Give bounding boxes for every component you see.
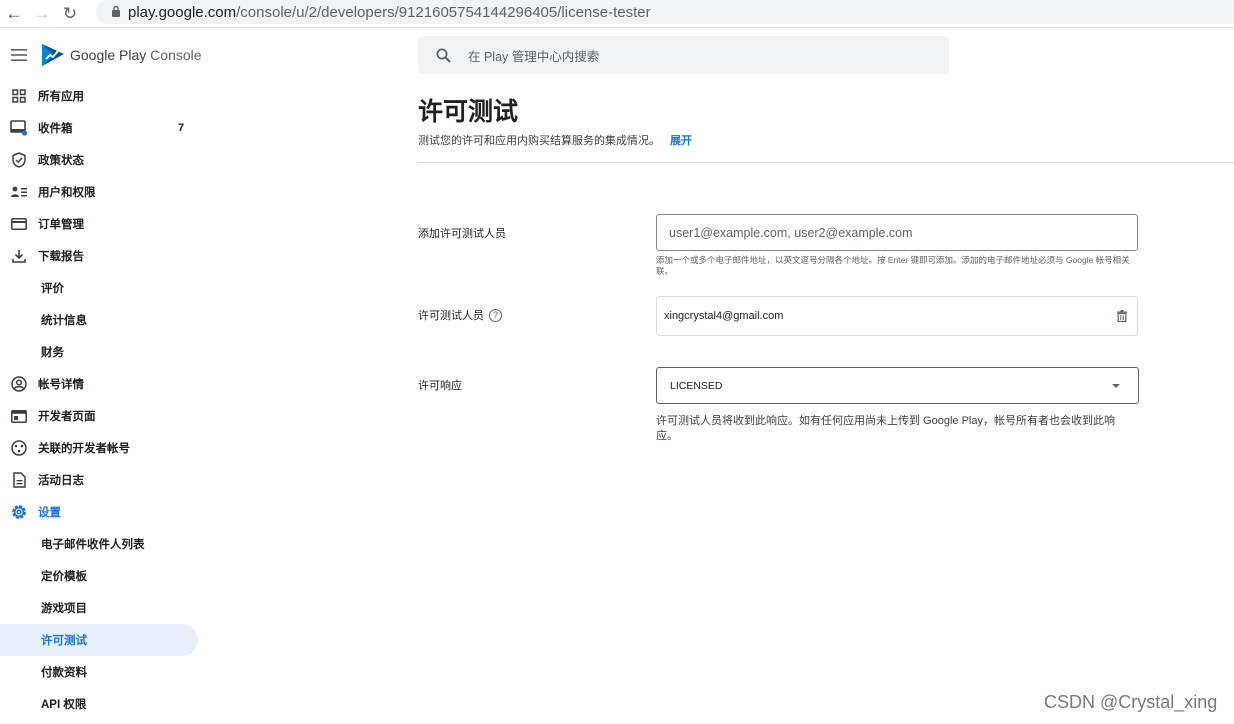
shield-icon — [0, 144, 38, 176]
license-response-select[interactable]: LICENSED — [656, 367, 1139, 404]
menu-icon[interactable] — [0, 40, 38, 70]
add-testers-field[interactable] — [656, 214, 1138, 251]
sidebar-item-label: API 权限 — [41, 699, 87, 711]
sidebar-item-label: 游戏项目 — [41, 603, 87, 615]
document-icon — [0, 464, 38, 496]
testers-label: 许可测试人员 ? — [418, 307, 502, 323]
inbox-count-badge: 7 — [178, 122, 185, 134]
sidebar-item-label: 电子邮件收件人列表 — [41, 539, 145, 551]
sidebar-item-label: 统计信息 — [41, 315, 87, 327]
reload-icon[interactable]: ↻ — [56, 2, 84, 26]
header-divider — [418, 162, 1234, 163]
browser-toolbar: ← → ↻ play.google.com/console/u/2/develo… — [0, 0, 1234, 28]
sidebar-item-label: 收件箱 — [38, 123, 73, 135]
sidebar: Google Play Console 所有应用 收件箱 7 政策状态 用户和权… — [0, 28, 210, 724]
sidebar-item-label: 帐号详情 — [38, 379, 84, 391]
dropdown-caret-icon — [1112, 384, 1120, 388]
inbox-icon — [0, 112, 38, 144]
forward-arrow-icon[interactable]: → — [28, 2, 56, 26]
brand-name: Google Play Console — [70, 47, 202, 63]
sidebar-item-activity-log[interactable]: 活动日志 — [0, 464, 198, 496]
sidebar-item-account-details[interactable]: 帐号详情 — [0, 368, 198, 400]
credit-card-icon — [0, 208, 38, 240]
web-page-icon — [0, 400, 38, 432]
page-description-text: 测试您的许可和应用内购买结算服务的集成情况。 — [418, 135, 660, 147]
delete-trash-icon[interactable] — [1117, 309, 1127, 327]
linked-accounts-icon — [0, 432, 38, 464]
sidebar-item-reviews[interactable]: 评价 — [0, 272, 198, 304]
sidebar-item-label: 用户和权限 — [38, 187, 96, 199]
sidebar-item-download-reports[interactable]: 下载报告 — [0, 240, 198, 272]
response-label: 许可响应 — [418, 380, 462, 392]
sidebar-item-email-lists[interactable]: 电子邮件收件人列表 — [0, 528, 198, 560]
sidebar-item-label: 政策状态 — [38, 155, 84, 167]
sidebar-item-order-management[interactable]: 订单管理 — [0, 208, 198, 240]
sidebar-item-label: 订单管理 — [38, 219, 84, 231]
sidebar-nav: 所有应用 收件箱 7 政策状态 用户和权限 订单管理 下载报告 评价 统计信息 … — [0, 80, 210, 720]
tester-email: xingcrystal4@gmail.com — [664, 310, 784, 322]
testers-label-text: 许可测试人员 — [418, 310, 484, 322]
lock-icon — [104, 5, 128, 20]
response-note: 许可测试人员将收到此响应。如有任何应用尚未上传到 Google Play，帐号所… — [656, 415, 1115, 442]
add-testers-label: 添加许可测试人员 — [418, 228, 506, 240]
sidebar-item-api-access[interactable]: API 权限 — [0, 688, 198, 720]
sidebar-item-label: 付款资料 — [41, 667, 87, 679]
sidebar-item-all-apps[interactable]: 所有应用 — [0, 80, 198, 112]
page-title: 许可测试 — [418, 98, 519, 126]
sidebar-item-payments-profile[interactable]: 付款资料 — [0, 656, 198, 688]
sidebar-item-pricing-templates[interactable]: 定价模板 — [0, 560, 198, 592]
sidebar-item-inbox[interactable]: 收件箱 7 — [0, 112, 198, 144]
address-bar[interactable]: play.google.com/console/u/2/developers/9… — [96, 0, 1234, 24]
sidebar-item-settings[interactable]: 设置 — [0, 496, 198, 528]
sidebar-item-label: 关联的开发者帐号 — [38, 443, 130, 455]
url-text: play.google.com/console/u/2/developers/9… — [128, 3, 651, 21]
apps-grid-icon — [0, 80, 38, 112]
sidebar-item-label: 活动日志 — [38, 475, 84, 487]
help-icon[interactable]: ? — [489, 308, 502, 322]
search-bar[interactable]: 在 Play 管理中心内搜索 — [418, 36, 949, 74]
play-console-logo-icon[interactable] — [40, 42, 66, 68]
sidebar-item-linked-developer-accounts[interactable]: 关联的开发者帐号 — [0, 432, 198, 464]
sidebar-item-label: 定价模板 — [41, 571, 87, 583]
sidebar-item-label: 财务 — [41, 347, 64, 359]
brand-header: Google Play Console — [0, 40, 210, 70]
sidebar-item-label: 评价 — [41, 283, 64, 295]
sidebar-item-statistics[interactable]: 统计信息 — [0, 304, 198, 336]
sidebar-item-game-projects[interactable]: 游戏项目 — [0, 592, 198, 624]
main-content: 在 Play 管理中心内搜索 许可测试 测试您的许可和应用内购买结算服务的集成情… — [210, 28, 1234, 724]
sidebar-item-label: 设置 — [38, 507, 61, 519]
expand-link[interactable]: 展开 — [670, 135, 692, 147]
license-response-value: LICENSED — [670, 379, 723, 392]
search-placeholder: 在 Play 管理中心内搜索 — [468, 49, 600, 64]
testers-list: xingcrystal4@gmail.com — [656, 296, 1138, 336]
sidebar-item-policy-status[interactable]: 政策状态 — [0, 144, 198, 176]
add-testers-hint: 添加一个或多个电子邮件地址，以英文逗号分隔各个地址。按 Enter 键即可添加。… — [656, 255, 1130, 276]
page-description: 测试您的许可和应用内购买结算服务的集成情况。 展开 — [418, 132, 692, 148]
settings-gear-icon — [0, 496, 38, 528]
users-icon — [0, 176, 38, 208]
sidebar-item-license-testing[interactable]: 许可测试 — [0, 624, 198, 656]
sidebar-item-developer-page[interactable]: 开发者页面 — [0, 400, 198, 432]
sidebar-item-users-permissions[interactable]: 用户和权限 — [0, 176, 198, 208]
back-arrow-icon[interactable]: ← — [0, 2, 28, 26]
sidebar-item-label: 所有应用 — [38, 91, 84, 103]
search-icon — [418, 48, 468, 63]
download-icon — [0, 240, 38, 272]
sidebar-item-finance[interactable]: 财务 — [0, 336, 198, 368]
add-testers-input[interactable] — [669, 225, 1109, 240]
sidebar-item-label: 下载报告 — [38, 251, 84, 263]
account-icon — [0, 368, 38, 400]
sidebar-item-label: 许可测试 — [41, 635, 87, 647]
sidebar-item-label: 开发者页面 — [38, 411, 96, 423]
watermark: CSDN @Crystal_xing — [1044, 692, 1218, 712]
